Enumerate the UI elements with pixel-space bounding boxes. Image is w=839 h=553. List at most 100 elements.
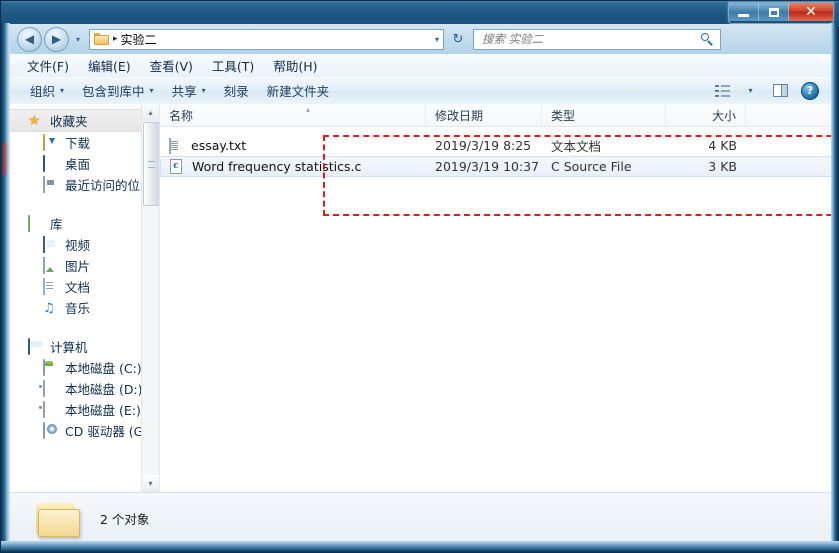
title-bar-background xyxy=(1,1,839,26)
sidebar-label-drive-e: 本地磁盘 (E:) xyxy=(65,403,141,418)
file-name-label: essay.txt xyxy=(191,138,247,153)
column-header-size[interactable]: 大小 xyxy=(666,104,746,126)
file-type-cell: 文本文档 xyxy=(551,139,602,154)
command-bar: 组织 ▾ 包含到库中 ▾ 共享 ▾ 刻录 新建文件夹 ▾ ? xyxy=(10,77,831,105)
column-header-type[interactable]: 类型 xyxy=(542,104,666,126)
scroll-down-button[interactable]: ▾ xyxy=(142,475,159,492)
breadcrumb-separator-icon: ▸ xyxy=(113,34,118,44)
sidebar-item-drive-c[interactable]: 本地磁盘 (C:) xyxy=(10,357,159,378)
share-with-button[interactable]: 共享 ▾ xyxy=(164,78,214,103)
menu-tools[interactable]: 工具(T) xyxy=(204,54,262,77)
sidebar-item-documents[interactable]: 文档 xyxy=(10,276,159,297)
help-icon: ? xyxy=(801,81,819,100)
explorer-body: ★ 收藏夹 下载 桌面 最近访问的位置 库 视频 图片 文档 ♫ 音乐 计算机 … xyxy=(10,104,831,492)
menu-file[interactable]: 文件(F) xyxy=(19,54,77,77)
c-source-file-icon: c xyxy=(170,158,186,175)
sidebar-item-recent-places[interactable]: 最近访问的位置 xyxy=(10,174,159,195)
search-box[interactable] xyxy=(473,28,721,50)
organize-button[interactable]: 组织 ▾ xyxy=(22,78,72,103)
sidebar-item-desktop[interactable]: 桌面 xyxy=(10,153,159,174)
chevron-up-icon: ▴ xyxy=(148,108,153,117)
forward-button[interactable]: ▶ xyxy=(44,26,69,52)
library-icon xyxy=(28,215,44,232)
file-rows: essay.txt 2019/3/19 8:25 文本文档 4 KB c Wor… xyxy=(160,135,831,177)
sidebar-item-drive-d[interactable]: 本地磁盘 (D:) xyxy=(10,378,159,399)
file-size-cell: 4 KB xyxy=(708,138,737,153)
star-icon: ★ xyxy=(28,113,41,129)
status-item-count: 2 个对象 xyxy=(100,512,150,527)
maximize-icon xyxy=(768,7,779,17)
column-header-name-label: 名称 xyxy=(169,108,194,123)
sidebar-label-cd-drive: CD 驱动器 (G:) xyxy=(65,424,153,439)
sidebar-item-music[interactable]: ♫ 音乐 xyxy=(10,297,159,318)
status-bar: 2 个对象 xyxy=(10,492,831,544)
address-dropdown-icon[interactable]: ▾ xyxy=(435,35,439,44)
file-date-cell: 2019/3/19 8:25 xyxy=(435,138,532,153)
sidebar-item-videos[interactable]: 视频 xyxy=(10,234,159,255)
desktop-icon xyxy=(43,155,59,172)
file-name-label: Word frequency statistics.c xyxy=(192,159,362,174)
table-row[interactable]: c Word frequency statistics.c 2019/3/19 … xyxy=(160,156,831,177)
minimize-button[interactable] xyxy=(729,3,759,21)
change-view-button[interactable] xyxy=(711,81,733,101)
column-header-name[interactable]: 名称 ▴ xyxy=(160,104,426,126)
file-name-cell[interactable]: c Word frequency statistics.c xyxy=(160,158,426,175)
window-border-right xyxy=(830,23,838,543)
window-border-left xyxy=(1,23,10,543)
hard-drive-icon xyxy=(43,401,59,418)
sidebar-label-documents: 文档 xyxy=(65,280,91,295)
back-button[interactable]: ◀ xyxy=(17,26,42,52)
sidebar-item-downloads[interactable]: 下载 xyxy=(10,132,159,153)
sort-ascending-icon: ▴ xyxy=(306,105,311,114)
sidebar-item-favorites[interactable]: ★ 收藏夹 xyxy=(10,109,159,132)
burn-button[interactable]: 刻录 xyxy=(216,78,257,103)
scrollbar-thumb[interactable] xyxy=(143,122,159,206)
menu-view[interactable]: 查看(V) xyxy=(142,54,201,77)
sidebar-label-desktop: 桌面 xyxy=(65,157,91,172)
folder-icon xyxy=(94,33,109,45)
breadcrumb-current-folder[interactable]: 实验二 xyxy=(121,31,157,48)
scrollbar-grip-icon xyxy=(148,160,155,168)
column-header-size-label: 大小 xyxy=(711,108,736,123)
recent-locations-button[interactable]: ▾ xyxy=(72,29,84,49)
music-icon: ♫ xyxy=(43,301,55,316)
sidebar-item-pictures[interactable]: 图片 xyxy=(10,255,159,276)
change-view-caret[interactable]: ▾ xyxy=(737,81,759,101)
file-name-cell[interactable]: essay.txt xyxy=(160,137,426,154)
recent-places-icon xyxy=(43,176,59,193)
title-bar: ✕ xyxy=(1,1,839,26)
maximize-button[interactable] xyxy=(759,3,789,21)
close-button[interactable]: ✕ xyxy=(789,3,833,21)
table-row[interactable]: essay.txt 2019/3/19 8:25 文本文档 4 KB xyxy=(160,135,831,156)
menu-edit[interactable]: 编辑(E) xyxy=(80,54,139,77)
address-bar[interactable]: ▸ 实验二 ▾ xyxy=(89,28,444,50)
sidebar-label-libraries: 库 xyxy=(50,217,63,232)
preview-pane-button[interactable] xyxy=(769,81,791,101)
sidebar-label-favorites: 收藏夹 xyxy=(50,114,88,129)
sidebar-label-drive-c: 本地磁盘 (C:) xyxy=(65,361,142,376)
minimize-icon xyxy=(738,14,749,17)
search-icon xyxy=(701,32,714,46)
navigation-pane-scrollbar[interactable]: ▴ ▾ xyxy=(141,104,159,492)
help-button[interactable]: ? xyxy=(799,81,821,101)
include-in-library-button[interactable]: 包含到库中 ▾ xyxy=(74,78,162,103)
new-folder-button[interactable]: 新建文件夹 xyxy=(259,78,338,103)
sidebar-label-videos: 视频 xyxy=(65,238,91,253)
command-bar-right-group: ▾ ? xyxy=(707,81,821,101)
sidebar-item-cd-drive[interactable]: CD 驱动器 (G:) xyxy=(10,420,159,441)
window-border-accent xyxy=(2,143,7,175)
search-input[interactable] xyxy=(480,29,701,49)
sidebar-item-drive-e[interactable]: 本地磁盘 (E:) xyxy=(10,399,159,420)
scroll-up-button[interactable]: ▴ xyxy=(142,104,159,121)
sidebar-item-libraries[interactable]: 库 xyxy=(10,213,159,234)
column-header-date[interactable]: 修改日期 xyxy=(426,104,542,126)
video-icon xyxy=(43,236,59,253)
system-drive-icon xyxy=(43,359,59,376)
file-size-cell: 3 KB xyxy=(708,159,737,174)
file-type-cell: C Source File xyxy=(551,159,632,174)
downloads-icon xyxy=(43,134,59,151)
sidebar-item-computer[interactable]: 计算机 xyxy=(10,336,159,357)
window-controls: ✕ xyxy=(728,2,834,24)
menu-help[interactable]: 帮助(H) xyxy=(265,54,325,77)
refresh-button[interactable]: ↻ xyxy=(448,29,468,49)
